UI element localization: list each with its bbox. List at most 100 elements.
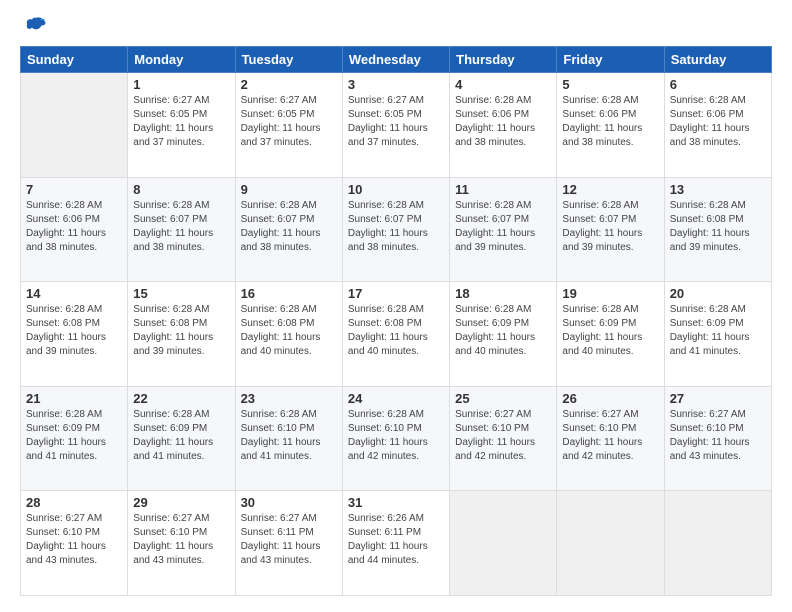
day-info: Sunrise: 6:28 AM Sunset: 6:07 PM Dayligh… xyxy=(241,199,337,255)
calendar-day-cell: 3 Sunrise: 6:27 AM Sunset: 6:05 PM Daylig… xyxy=(342,73,449,178)
day-info: Sunrise: 6:28 AM Sunset: 6:08 PM Dayligh… xyxy=(241,303,337,359)
calendar-day-cell xyxy=(450,491,557,596)
calendar-day-cell: 4 Sunrise: 6:28 AM Sunset: 6:06 PM Daylig… xyxy=(450,73,557,178)
calendar-header-sunday: Sunday xyxy=(21,47,128,73)
day-info: Sunrise: 6:28 AM Sunset: 6:09 PM Dayligh… xyxy=(562,303,658,359)
day-info: Sunrise: 6:28 AM Sunset: 6:09 PM Dayligh… xyxy=(670,303,766,359)
day-info: Sunrise: 6:27 AM Sunset: 6:10 PM Dayligh… xyxy=(455,408,551,464)
day-number: 12 xyxy=(562,182,658,197)
calendar-week-row: 7Sunrise: 6:28 AM Sunset: 6:06 PM Daylig… xyxy=(21,177,772,282)
day-number: 22 xyxy=(133,391,229,406)
day-info: Sunrise: 6:27 AM Sunset: 6:11 PM Dayligh… xyxy=(241,512,337,568)
day-info: Sunrise: 6:27 AM Sunset: 6:05 PM Dayligh… xyxy=(241,94,337,150)
day-number: 3 xyxy=(348,77,444,92)
calendar-day-cell: 14 Sunrise: 6:28 AM Sunset: 6:08 PM Dayli… xyxy=(21,282,128,387)
calendar-day-cell: 10 Sunrise: 6:28 AM Sunset: 6:07 PM Dayli… xyxy=(342,177,449,282)
calendar-day-cell: 29 Sunrise: 6:27 AM Sunset: 6:10 PM Dayli… xyxy=(128,491,235,596)
day-number: 26 xyxy=(562,391,658,406)
calendar-day-cell: 13Sunrise: 6:28 AM Sunset: 6:08 PM Dayli… xyxy=(664,177,771,282)
calendar-day-cell: 11Sunrise: 6:28 AM Sunset: 6:07 PM Dayli… xyxy=(450,177,557,282)
day-number: 9 xyxy=(241,182,337,197)
day-info: Sunrise: 6:28 AM Sunset: 6:06 PM Dayligh… xyxy=(670,94,766,150)
calendar-day-cell: 28Sunrise: 6:27 AM Sunset: 6:10 PM Dayli… xyxy=(21,491,128,596)
logo-bird-icon xyxy=(24,16,48,36)
calendar-day-cell: 21Sunrise: 6:28 AM Sunset: 6:09 PM Dayli… xyxy=(21,386,128,491)
calendar-week-row: 28Sunrise: 6:27 AM Sunset: 6:10 PM Dayli… xyxy=(21,491,772,596)
day-info: Sunrise: 6:28 AM Sunset: 6:07 PM Dayligh… xyxy=(348,199,444,255)
day-number: 1 xyxy=(133,77,229,92)
day-number: 21 xyxy=(26,391,122,406)
day-number: 23 xyxy=(241,391,337,406)
day-info: Sunrise: 6:27 AM Sunset: 6:10 PM Dayligh… xyxy=(670,408,766,464)
logo xyxy=(20,16,50,36)
calendar-day-cell: 7Sunrise: 6:28 AM Sunset: 6:06 PM Daylig… xyxy=(21,177,128,282)
calendar-day-cell xyxy=(664,491,771,596)
day-number: 5 xyxy=(562,77,658,92)
calendar-day-cell: 31 Sunrise: 6:26 AM Sunset: 6:11 PM Dayli… xyxy=(342,491,449,596)
day-info: Sunrise: 6:28 AM Sunset: 6:08 PM Dayligh… xyxy=(26,303,122,359)
day-number: 8 xyxy=(133,182,229,197)
day-info: Sunrise: 6:28 AM Sunset: 6:07 PM Dayligh… xyxy=(455,199,551,255)
calendar-week-row: 1 Sunrise: 6:27 AM Sunset: 6:05 PM Daylig… xyxy=(21,73,772,178)
calendar-day-cell: 23Sunrise: 6:28 AM Sunset: 6:10 PM Dayli… xyxy=(235,386,342,491)
day-info: Sunrise: 6:27 AM Sunset: 6:10 PM Dayligh… xyxy=(133,512,229,568)
calendar-table: SundayMondayTuesdayWednesdayThursdayFrid… xyxy=(20,46,772,596)
calendar-day-cell: 16Sunrise: 6:28 AM Sunset: 6:08 PM Dayli… xyxy=(235,282,342,387)
day-info: Sunrise: 6:28 AM Sunset: 6:06 PM Dayligh… xyxy=(562,94,658,150)
day-number: 17 xyxy=(348,286,444,301)
calendar-day-cell: 8 Sunrise: 6:28 AM Sunset: 6:07 PM Daylig… xyxy=(128,177,235,282)
calendar-header-row: SundayMondayTuesdayWednesdayThursdayFrid… xyxy=(21,47,772,73)
day-info: Sunrise: 6:28 AM Sunset: 6:09 PM Dayligh… xyxy=(455,303,551,359)
day-number: 18 xyxy=(455,286,551,301)
calendar-day-cell: 18 Sunrise: 6:28 AM Sunset: 6:09 PM Dayli… xyxy=(450,282,557,387)
day-number: 7 xyxy=(26,182,122,197)
calendar-day-cell: 2 Sunrise: 6:27 AM Sunset: 6:05 PM Daylig… xyxy=(235,73,342,178)
day-info: Sunrise: 6:28 AM Sunset: 6:08 PM Dayligh… xyxy=(133,303,229,359)
day-number: 13 xyxy=(670,182,766,197)
day-number: 10 xyxy=(348,182,444,197)
day-number: 30 xyxy=(241,495,337,510)
day-number: 6 xyxy=(670,77,766,92)
calendar-header-tuesday: Tuesday xyxy=(235,47,342,73)
day-number: 25 xyxy=(455,391,551,406)
day-info: Sunrise: 6:26 AM Sunset: 6:11 PM Dayligh… xyxy=(348,512,444,568)
calendar-day-cell: 15 Sunrise: 6:28 AM Sunset: 6:08 PM Dayli… xyxy=(128,282,235,387)
day-number: 29 xyxy=(133,495,229,510)
calendar-header-saturday: Saturday xyxy=(664,47,771,73)
day-info: Sunrise: 6:27 AM Sunset: 6:05 PM Dayligh… xyxy=(348,94,444,150)
calendar-day-cell xyxy=(557,491,664,596)
day-info: Sunrise: 6:28 AM Sunset: 6:07 PM Dayligh… xyxy=(133,199,229,255)
day-number: 31 xyxy=(348,495,444,510)
day-number: 24 xyxy=(348,391,444,406)
calendar-header-friday: Friday xyxy=(557,47,664,73)
calendar-week-row: 14 Sunrise: 6:28 AM Sunset: 6:08 PM Dayli… xyxy=(21,282,772,387)
calendar-day-cell: 27 Sunrise: 6:27 AM Sunset: 6:10 PM Dayli… xyxy=(664,386,771,491)
calendar-day-cell: 6 Sunrise: 6:28 AM Sunset: 6:06 PM Daylig… xyxy=(664,73,771,178)
day-number: 14 xyxy=(26,286,122,301)
calendar-day-cell: 9 Sunrise: 6:28 AM Sunset: 6:07 PM Daylig… xyxy=(235,177,342,282)
day-info: Sunrise: 6:28 AM Sunset: 6:08 PM Dayligh… xyxy=(348,303,444,359)
calendar-day-cell: 20 Sunrise: 6:28 AM Sunset: 6:09 PM Dayli… xyxy=(664,282,771,387)
day-number: 27 xyxy=(670,391,766,406)
day-number: 4 xyxy=(455,77,551,92)
day-number: 19 xyxy=(562,286,658,301)
calendar-body: 1 Sunrise: 6:27 AM Sunset: 6:05 PM Daylig… xyxy=(21,73,772,596)
day-info: Sunrise: 6:28 AM Sunset: 6:10 PM Dayligh… xyxy=(348,408,444,464)
day-number: 15 xyxy=(133,286,229,301)
calendar-day-cell: 5 Sunrise: 6:28 AM Sunset: 6:06 PM Daylig… xyxy=(557,73,664,178)
page: SundayMondayTuesdayWednesdayThursdayFrid… xyxy=(0,0,792,612)
calendar-header-monday: Monday xyxy=(128,47,235,73)
calendar-day-cell: 12Sunrise: 6:28 AM Sunset: 6:07 PM Dayli… xyxy=(557,177,664,282)
header xyxy=(20,16,772,36)
calendar-header-thursday: Thursday xyxy=(450,47,557,73)
calendar-day-cell: 1Sunrise: 6:27 AM Sunset: 6:05 PM Daylig… xyxy=(128,73,235,178)
day-info: Sunrise: 6:28 AM Sunset: 6:06 PM Dayligh… xyxy=(455,94,551,150)
calendar-week-row: 21 Sunrise: 6:28 AM Sunset: 6:09 PM Dayli… xyxy=(21,386,772,491)
calendar-day-cell: 30 Sunrise: 6:27 AM Sunset: 6:11 PM Dayli… xyxy=(235,491,342,596)
calendar-day-cell: 25 Sunrise: 6:27 AM Sunset: 6:10 PM Dayli… xyxy=(450,386,557,491)
day-number: 20 xyxy=(670,286,766,301)
calendar-day-cell xyxy=(21,73,128,178)
day-number: 2 xyxy=(241,77,337,92)
calendar-day-cell: 17 Sunrise: 6:28 AM Sunset: 6:08 PM Dayli… xyxy=(342,282,449,387)
day-info: Sunrise: 6:28 AM Sunset: 6:09 PM Dayligh… xyxy=(133,408,229,464)
